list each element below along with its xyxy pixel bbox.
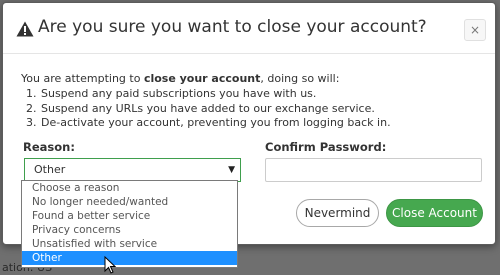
dialog-header: Are you sure you want to close your acco… [3,3,495,54]
list-item-text: De-activate your account, preventing you… [41,116,391,129]
intro-prefix: You are attempting to [21,72,144,85]
list-item-number: 2. [26,101,37,115]
dropdown-option[interactable]: Unsatisfied with service [22,237,237,251]
confirm-password-input[interactable] [265,158,482,182]
intro-text: You are attempting to close your account… [21,72,339,85]
consequence-list: 1. Suspend any paid subscriptions you hav… [26,87,391,131]
list-item-number: 3. [26,116,37,129]
close-dialog-button[interactable]: × [464,19,486,41]
list-item: 1. Suspend any paid subscriptions you hav… [26,87,391,102]
list-item: 2. Suspend any URLs you have added to our… [26,102,391,117]
confirm-password-label: Confirm Password: [265,140,387,154]
dropdown-option[interactable]: No longer needed/wanted [22,195,237,209]
list-item-text: Suspend any paid subscriptions you have … [41,87,317,100]
nevermind-button[interactable]: Nevermind [296,199,379,227]
reason-label: Reason: [23,140,75,154]
list-item: 3. De-activate your account, preventing y… [26,116,391,131]
dropdown-option[interactable]: Found a better service [22,209,237,223]
intro-bold: close your account [143,72,261,85]
close-account-button[interactable]: Close Account [386,199,483,227]
list-item-number: 1. [26,87,37,100]
dialog-title: Are you sure you want to close your acco… [38,17,427,37]
dropdown-option[interactable]: Privacy concerns [22,223,237,237]
intro-suffix: , doing so will: [260,72,340,85]
reason-select-value: Other [34,163,66,176]
dropdown-option-selected[interactable]: Other [22,251,237,265]
mouse-pointer-icon [104,256,116,274]
list-item-text: Suspend any URLs you have added to our e… [41,101,375,115]
chevron-down-icon: ▼ [228,165,235,175]
reason-select[interactable]: Other ▼ [24,158,241,182]
dropdown-option[interactable]: Choose a reason [22,181,237,195]
reason-dropdown-list: Choose a reason No longer needed/wanted … [21,180,238,268]
warning-icon [16,21,34,37]
